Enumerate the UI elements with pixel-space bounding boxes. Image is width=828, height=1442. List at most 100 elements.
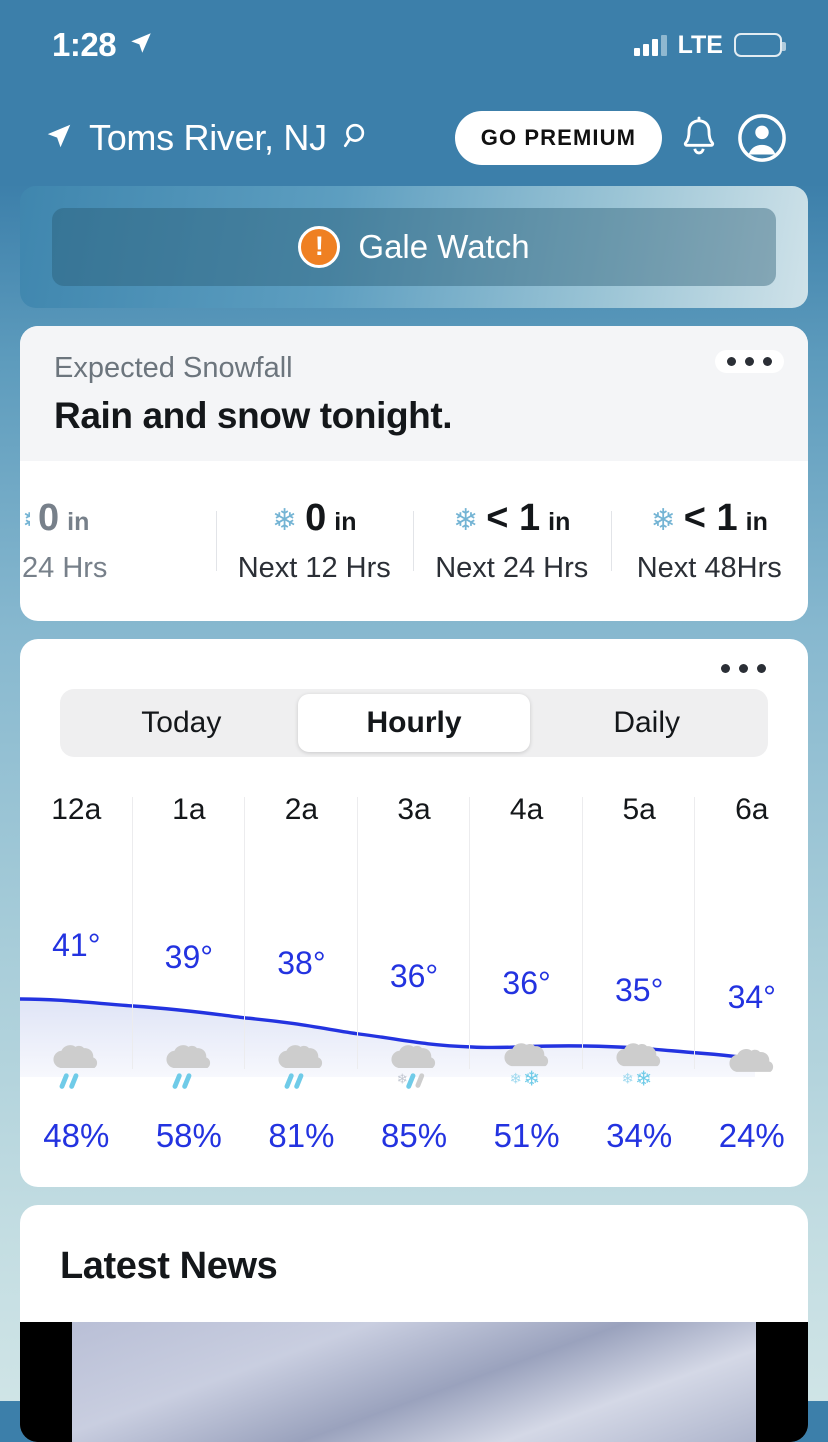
app-header: Toms River, NJ GO PREMIUM (0, 90, 828, 186)
search-icon[interactable] (342, 121, 372, 156)
status-bar: 1:28 LTE (0, 0, 828, 90)
tab-today[interactable]: Today (65, 694, 298, 752)
snowfall-kicker: Expected Snowfall (54, 352, 293, 384)
svg-text:❄: ❄ (397, 1072, 408, 1088)
temperature-label: 38° (277, 945, 326, 981)
news-header: Latest News (20, 1205, 808, 1288)
snowfall-amount: ❄ 0 in (22, 497, 212, 540)
location-arrow-icon (128, 30, 154, 61)
snowfall-column: ❄ 0 in Next 12 Hrs (215, 497, 414, 585)
snowfall-unit: in (548, 508, 571, 536)
location-arrow-icon (44, 121, 74, 156)
temperature-label: 36° (502, 965, 551, 1001)
snowfall-header: Expected Snowfall Rain and snow tonight. (20, 326, 808, 461)
status-bar-right: LTE (633, 30, 786, 60)
snowfall-number: < 1 (486, 497, 541, 539)
precipitation-chance: 24% (718, 1117, 785, 1154)
snowfall-unit: in (67, 508, 90, 536)
snow-cloud-icon: ❄ ❄ (583, 1037, 696, 1104)
snowfall-period: Next 48Hrs (636, 552, 782, 584)
svg-text:❄: ❄ (635, 1066, 652, 1090)
precipitation-chance: 58% (155, 1117, 222, 1154)
latest-news-card: Latest News (20, 1205, 808, 1442)
news-video-thumbnail[interactable] (20, 1322, 808, 1442)
hour-column[interactable]: 5a 35° ❄ ❄ 34% (583, 787, 696, 1187)
overflow-menu-icon[interactable] (715, 350, 784, 373)
tab-daily[interactable]: Daily (530, 694, 763, 752)
snowfall-unit: in (745, 508, 768, 536)
news-thumbnail-image (72, 1322, 756, 1442)
snowfall-period: Next 12 Hrs (237, 552, 391, 584)
wintry-mix-cloud-icon: ❄ (358, 1037, 471, 1104)
hour-label: 1a (172, 793, 206, 826)
rain-cloud-icon (245, 1037, 358, 1104)
overflow-menu-icon[interactable] (709, 657, 778, 680)
temperature-label: 35° (614, 972, 664, 1008)
snowfall-amount: ❄ < 1 in (417, 497, 607, 540)
hour-label: 4a (509, 793, 544, 826)
hour-label: 12a (51, 793, 102, 826)
cloud-icon (695, 1037, 808, 1104)
status-time: 1:28 (52, 26, 117, 63)
snowfall-column: ❄ 0 in 24 Hrs (20, 497, 216, 585)
battery-icon (734, 33, 786, 57)
forecast-card: Today Hourly Daily 12a 41° 48% 1a 39° 58… (20, 639, 808, 1187)
forecast-tabs[interactable]: Today Hourly Daily (60, 689, 768, 757)
snowfall-headline: Rain and snow tonight. (54, 395, 453, 436)
hour-label: 5a (622, 793, 656, 826)
hourly-columns: 12a 41° 48% 1a 39° 58% 2a 38° 81% 3a 36°… (20, 787, 808, 1187)
hourly-forecast-chart[interactable]: 12a 41° 48% 1a 39° 58% 2a 38° 81% 3a 36°… (20, 787, 808, 1187)
letterbox-bar-left (20, 1322, 72, 1442)
precipitation-chance: 85% (380, 1117, 448, 1154)
status-bar-left: 1:28 (52, 26, 154, 64)
svg-text:❄: ❄ (622, 1072, 634, 1088)
temperature-label: 36° (389, 958, 439, 994)
svg-text:❄: ❄ (509, 1072, 521, 1088)
hour-column[interactable]: 3a 36° ❄ 85% (358, 787, 471, 1187)
network-type-label: LTE (677, 30, 723, 59)
snowflake-icon: ❄ (22, 506, 30, 536)
precipitation-chance: 48% (43, 1117, 110, 1154)
hour-label: 3a (397, 793, 431, 826)
snowfall-amount: ❄ 0 in (220, 497, 410, 540)
temperature-label: 39° (164, 939, 214, 975)
precipitation-chance: 51% (493, 1117, 560, 1154)
warning-exclamation-icon: ! (298, 226, 341, 268)
go-premium-button[interactable]: GO PREMIUM (454, 111, 662, 165)
location-name: Toms River, NJ (89, 117, 327, 158)
snow-cloud-icon: ❄ ❄ (470, 1037, 583, 1104)
temperature-label: 41° (52, 927, 101, 963)
news-title: Latest News (60, 1245, 278, 1287)
rain-cloud-icon (133, 1037, 246, 1104)
hour-column[interactable]: 4a 36° ❄ ❄ 51% (470, 787, 583, 1187)
hour-label: 2a (284, 793, 319, 826)
bell-icon[interactable] (676, 115, 722, 161)
letterbox-bar-right (756, 1322, 808, 1442)
location-selector[interactable]: Toms River, NJ (44, 117, 441, 159)
temperature-label: 34° (727, 979, 776, 1015)
snowfall-period: 24 Hrs (22, 552, 108, 584)
tab-hourly[interactable]: Hourly (297, 694, 531, 752)
snowfall-period: Next 24 Hrs (435, 552, 589, 584)
snowfall-number: 0 (305, 497, 327, 539)
account-circle-icon[interactable] (736, 112, 788, 164)
snowfall-number: 0 (38, 497, 60, 539)
snowfall-unit: in (334, 508, 357, 536)
snowfall-column: ❄ < 1 in Next 24 Hrs (413, 497, 611, 585)
hour-column[interactable]: 6a 34° 24% (695, 787, 808, 1187)
snowfall-values-row[interactable]: ❄ 0 in 24 Hrs ❄ 0 in Next 12 Hrs ❄ < 1 i… (20, 461, 808, 621)
hour-column[interactable]: 1a 39° 58% (133, 787, 246, 1187)
snowflake-icon: ❄ (272, 504, 298, 537)
snowflake-icon: ❄ (453, 504, 479, 537)
snowfall-number: < 1 (683, 497, 738, 539)
svg-text:❄: ❄ (523, 1066, 540, 1090)
hour-column[interactable]: 2a 38° 81% (245, 787, 358, 1187)
rain-cloud-icon (20, 1037, 133, 1104)
snowfall-column: ❄ < 1 in Next 48Hrs (610, 497, 809, 585)
cellular-bars-icon (633, 34, 667, 56)
weather-alert-banner[interactable]: ! Gale Watch (20, 186, 808, 308)
snowfall-amount: ❄ < 1 in (615, 497, 805, 540)
weather-alert-inner[interactable]: ! Gale Watch (52, 208, 776, 286)
hour-column[interactable]: 12a 41° 48% (20, 787, 133, 1187)
precipitation-chance: 34% (606, 1117, 673, 1154)
